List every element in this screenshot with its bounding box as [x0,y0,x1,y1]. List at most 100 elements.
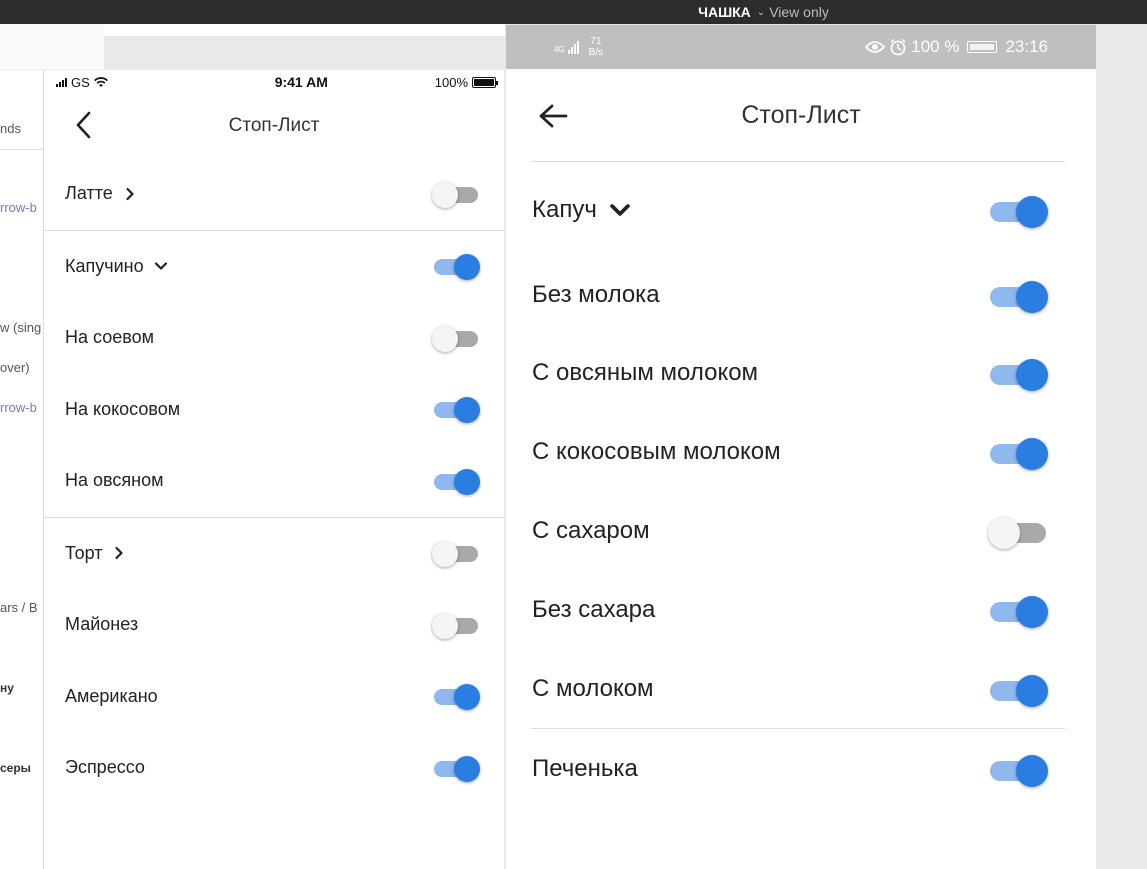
list-item[interactable]: На соевом [44,302,504,374]
availability-toggle[interactable] [432,179,480,209]
sidebar-fragment[interactable]: over) [0,360,30,375]
sidebar-fragment[interactable]: серы [0,761,31,775]
item-label: На соевом [65,327,154,348]
toggle-knob [1016,595,1048,628]
availability-toggle[interactable] [432,610,480,640]
item-label-wrap: С молоком [532,675,654,703]
view-mode-label: View only [769,4,829,20]
wifi-icon [93,76,108,87]
toggle-knob [454,755,480,782]
toggle-knob [454,684,480,711]
ios-time: 9:41 AM [274,74,328,90]
item-label-wrap: Без сахара [532,596,655,624]
item-label: Без молока [532,281,660,308]
availability-toggle[interactable] [988,513,1050,549]
list-item[interactable]: С кокосовым молоком [506,412,1096,491]
item-label-wrap: С кокосовым молоком [532,438,781,466]
item-label-wrap: Капучино [65,256,168,277]
sidebar-fragment[interactable]: ну [0,681,14,695]
canvas-gap [104,36,505,70]
list-item[interactable]: С молоком [506,649,1096,728]
chevron-right-icon[interactable] [123,187,137,201]
toggle-knob [432,181,458,208]
item-label-wrap: С овсяным молоком [532,359,758,387]
sidebar-fragment[interactable]: rrow-b [0,200,37,215]
availability-toggle[interactable] [432,251,480,281]
availability-toggle[interactable] [988,434,1050,470]
sidebar-fragment[interactable]: nds [0,121,21,136]
canvas-right [1096,24,1147,869]
toggle-knob [454,254,480,281]
list-item[interactable]: С овсяным молоком [506,333,1096,412]
item-label-wrap: Американо [65,686,158,707]
android-app-bar: Стоп-Лист [506,69,1096,161]
sidebar-fragment[interactable]: ars / B [0,600,38,615]
carrier-label: GS [71,74,90,90]
sidebar-fragment[interactable]: w (sing [0,320,41,335]
eye-icon [865,41,886,53]
availability-toggle[interactable] [988,277,1050,313]
list-item[interactable]: На овсяном [44,445,504,517]
alarm-icon [890,38,906,56]
toggle-knob [988,516,1020,549]
android-stop-list: Капуч Без молока С овсяным молоком С кокосо… [506,162,1096,809]
signal-icon: 4G [554,40,579,54]
android-status-bar: 4G 71 B/s 100 % 23:16 [506,25,1096,69]
sidebar-fragment[interactable]: rrow-b [0,400,37,415]
battery-percent: 100% [434,74,468,90]
chevron-left-icon[interactable] [70,110,96,140]
item-label-wrap: Печенька [532,755,638,783]
availability-toggle[interactable] [432,538,480,568]
availability-toggle[interactable] [988,355,1050,391]
item-label: Майонез [65,614,139,635]
item-label: Торт [65,542,103,563]
list-item[interactable]: Майонез [44,589,504,661]
chevron-down-icon[interactable] [154,259,168,273]
availability-toggle[interactable] [432,681,480,711]
chevron-down-icon[interactable]: ⌄ [757,7,765,18]
list-item[interactable]: Эспрессо [44,732,504,804]
availability-toggle[interactable] [432,466,480,496]
item-label: С молоком [532,674,654,702]
item-label-wrap: Торт [65,543,126,564]
availability-toggle[interactable] [988,592,1050,628]
android-frame: 4G 71 B/s 100 % 23:16 Стоп-Лист Капуч Без … [506,25,1096,869]
item-label: На кокосовом [65,398,181,419]
toggle-knob [454,468,480,495]
list-item[interactable]: Торт [44,518,504,590]
chevron-right-icon[interactable] [112,546,126,560]
list-item[interactable]: Американо [44,661,504,733]
file-title[interactable]: ЧАШКА [698,4,751,20]
android-time: 23:16 [1005,37,1048,56]
battery-icon [472,76,498,88]
ios-nav-bar: Стоп-Лист [44,94,504,158]
item-label-wrap: Эспрессо [65,757,145,778]
list-item[interactable]: Латте [44,158,504,230]
ios-stop-list: Латте Капучино На соевом На кокосовом На овс… [44,158,504,804]
list-item[interactable]: Печенька [506,729,1096,809]
arrow-left-icon[interactable] [536,99,570,133]
availability-toggle[interactable] [432,323,480,353]
availability-toggle[interactable] [988,751,1050,787]
item-label: С овсяным молоком [532,358,759,386]
item-label: Капучино [65,255,144,276]
chevron-down-icon[interactable] [609,199,631,221]
availability-toggle[interactable] [988,192,1050,228]
sidebar-header [0,24,104,70]
item-label-wrap: С сахаром [532,517,650,545]
list-item[interactable]: На кокосовом [44,374,504,446]
availability-toggle[interactable] [432,753,480,783]
list-item[interactable]: С сахаром [506,491,1096,570]
item-label-wrap: Капуч [532,196,631,224]
item-label: Без сахара [532,595,656,623]
list-item[interactable]: Без молока [506,257,1096,333]
list-item[interactable]: Без сахара [506,570,1096,649]
item-label: Американо [65,685,158,706]
list-item[interactable]: Капучино [44,231,504,303]
toggle-knob [1016,195,1048,228]
availability-toggle[interactable] [988,671,1050,707]
availability-toggle[interactable] [432,394,480,424]
list-item[interactable]: Капуч [506,162,1096,257]
signal-icon [56,77,67,87]
item-label-wrap: Без молока [532,281,660,309]
